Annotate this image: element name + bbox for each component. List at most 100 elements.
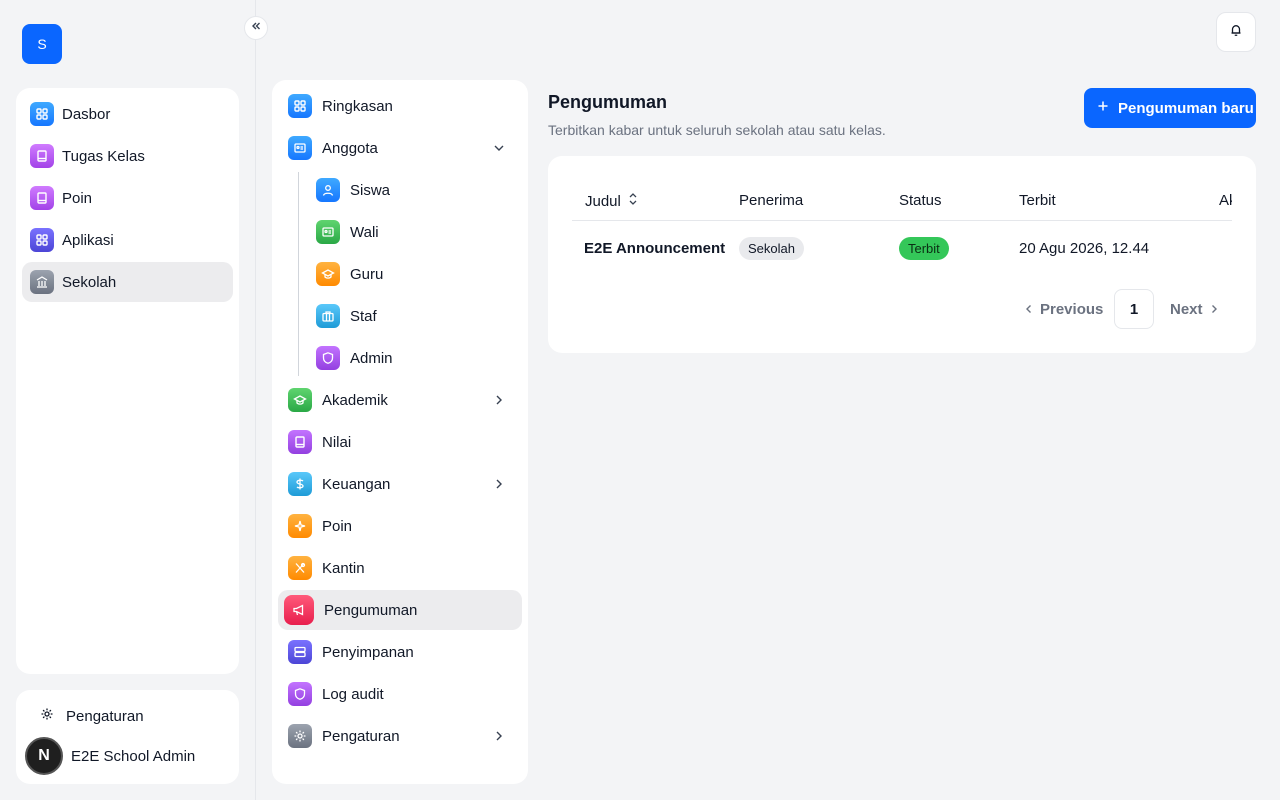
section-item-label: Admin xyxy=(350,349,393,367)
column-header-aksi: Ak xyxy=(1219,192,1232,209)
avatar: N xyxy=(25,737,63,775)
book-icon xyxy=(288,430,312,454)
rail-item-sekolah[interactable]: Sekolah xyxy=(22,262,233,302)
book-icon xyxy=(30,144,54,168)
section-item-keuangan[interactable]: Keuangan xyxy=(278,464,522,504)
section-item-kantin[interactable]: Kantin xyxy=(278,548,522,588)
chevron-right-icon xyxy=(1209,301,1219,318)
utensils-icon xyxy=(288,556,312,580)
grid-icon xyxy=(288,94,312,118)
page-title: Pengumuman xyxy=(548,92,668,112)
pagination-previous-label: Previous xyxy=(1040,300,1104,318)
page-subtitle: Terbitkan kabar untuk seluruh sekolah at… xyxy=(548,122,886,138)
section-item-penyimpanan[interactable]: Penyimpanan xyxy=(278,632,522,672)
column-header-penerima: Penerima xyxy=(739,192,804,209)
app-rail: S Dasbor Tugas Kelas Poin Aplikasi Sekol… xyxy=(0,0,256,800)
section-item-label: Wali xyxy=(350,223,379,241)
chevron-right-icon xyxy=(496,731,502,741)
section-item-label: Staf xyxy=(350,307,377,325)
double-chevron-left-icon xyxy=(250,19,262,37)
table-header-divider xyxy=(572,220,1232,221)
section-item-log-audit[interactable]: Log audit xyxy=(278,674,522,714)
row-title-link[interactable]: E2E Announcement xyxy=(584,240,725,257)
grid-icon xyxy=(30,102,54,126)
server-icon xyxy=(288,640,312,664)
new-announcement-button[interactable]: Pengumuman baru xyxy=(1084,88,1256,128)
section-item-label: Akademik xyxy=(322,391,388,409)
section-item-pengumuman[interactable]: Pengumuman xyxy=(278,590,522,630)
sort-icon xyxy=(627,192,639,210)
section-item-guru[interactable]: Guru xyxy=(278,254,522,294)
section-item-akademik[interactable]: Akademik xyxy=(278,380,522,420)
rail-settings-label: Pengaturan xyxy=(66,707,144,725)
section-item-nilai[interactable]: Nilai xyxy=(278,422,522,462)
sparkle-icon xyxy=(288,514,312,538)
published-date: 20 Agu 2026, 12.44 xyxy=(1019,240,1150,257)
section-item-label: Pengaturan xyxy=(322,727,400,745)
pagination-previous[interactable]: Previous xyxy=(1024,289,1103,329)
new-announcement-label: Pengumuman baru xyxy=(1118,99,1254,117)
pagination-next-label: Next xyxy=(1170,300,1203,318)
pagination-next[interactable]: Next xyxy=(1170,289,1219,329)
section-item-staf[interactable]: Staf xyxy=(278,296,522,336)
rail-item-label: Aplikasi xyxy=(62,231,114,249)
shield-icon xyxy=(288,682,312,706)
app-logo[interactable]: S xyxy=(22,24,62,64)
rail-item-label: Sekolah xyxy=(62,273,117,291)
section-item-label: Penyimpanan xyxy=(322,643,414,661)
bell-icon xyxy=(1229,23,1243,42)
rail-item-label: Dasbor xyxy=(62,105,111,123)
section-item-poin[interactable]: Poin xyxy=(278,506,522,546)
app-logo-letter: S xyxy=(37,36,47,52)
rail-footer: Pengaturan N E2E School Admin xyxy=(16,690,239,784)
section-item-pengaturan[interactable]: Pengaturan xyxy=(278,716,522,756)
section-item-label: Log audit xyxy=(322,685,384,703)
column-header-status: Status xyxy=(899,192,942,209)
section-item-siswa[interactable]: Siswa xyxy=(278,170,522,210)
rail-item-poin[interactable]: Poin xyxy=(22,178,233,218)
chevron-right-icon xyxy=(496,395,502,405)
section-item-wali[interactable]: Wali xyxy=(278,212,522,252)
rail-item-dasbor[interactable]: Dasbor xyxy=(22,94,233,134)
graduation-cap-icon xyxy=(316,262,340,286)
section-item-label: Keuangan xyxy=(322,475,391,493)
graduation-cap-icon xyxy=(288,388,312,412)
briefcase-icon xyxy=(316,304,340,328)
rail-settings[interactable]: Pengaturan xyxy=(22,696,233,736)
pagination-page-1[interactable]: 1 xyxy=(1114,289,1154,329)
megaphone-icon xyxy=(284,595,314,625)
section-item-anggota[interactable]: Anggota xyxy=(278,128,522,168)
user-menu[interactable]: N E2E School Admin xyxy=(22,736,233,776)
chevron-left-icon xyxy=(1024,301,1034,318)
recipient-badge: Sekolah xyxy=(739,237,804,260)
section-item-label: Siswa xyxy=(350,181,391,199)
rail-nav: Dasbor Tugas Kelas Poin Aplikasi Sekolah xyxy=(16,88,239,674)
status-badge: Terbit xyxy=(899,237,949,260)
rail-item-tugas-kelas[interactable]: Tugas Kelas xyxy=(22,136,233,176)
section-item-admin[interactable]: Admin xyxy=(278,338,522,378)
gear-icon xyxy=(40,707,54,725)
avatar-letter: N xyxy=(38,747,50,764)
notifications-button[interactable] xyxy=(1216,12,1256,52)
dollar-icon xyxy=(288,472,312,496)
id-card-icon xyxy=(288,136,312,160)
section-item-label: Ringkasan xyxy=(322,97,393,115)
shield-icon xyxy=(316,346,340,370)
id-card-icon xyxy=(316,220,340,244)
gear-icon xyxy=(288,724,312,748)
column-header-terbit: Terbit xyxy=(1019,192,1056,209)
grid-icon xyxy=(30,228,54,252)
section-nav: Ringkasan Anggota Siswa Wali Guru Staf A… xyxy=(272,80,528,784)
section-item-label: Guru xyxy=(350,265,384,283)
section-item-label: Nilai xyxy=(322,433,352,451)
section-item-label: Anggota xyxy=(322,139,378,157)
rail-item-label: Poin xyxy=(62,189,93,207)
section-item-label: Kantin xyxy=(322,559,365,577)
collapse-sidebar-button[interactable] xyxy=(244,16,268,40)
rail-item-aplikasi[interactable]: Aplikasi xyxy=(22,220,233,260)
section-item-label: Pengumuman xyxy=(324,601,418,619)
section-item-ringkasan[interactable]: Ringkasan xyxy=(278,86,522,126)
column-header-judul[interactable]: Judul xyxy=(585,192,639,210)
plus-icon xyxy=(1096,99,1110,117)
user-name: E2E School Admin xyxy=(71,747,196,765)
